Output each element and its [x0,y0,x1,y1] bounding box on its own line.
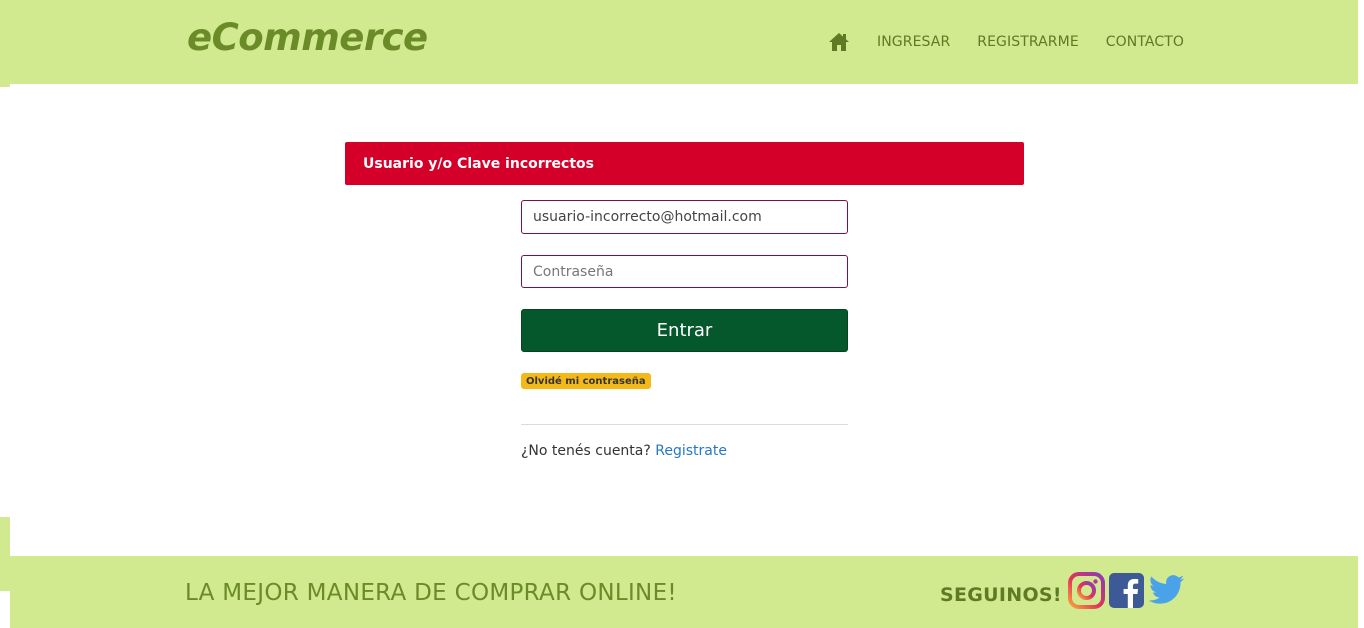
password-field-placeholder: Contraseña [533,263,614,280]
email-field[interactable]: usuario-incorrecto@hotmail.com [521,200,848,234]
twitter-icon[interactable] [1148,572,1185,609]
footer-tagline: LA MEJOR MANERA DE COMPRAR ONLINE! [185,580,677,606]
error-alert: Usuario y/o Clave incorrectos [345,142,1024,185]
edge-decoration [0,84,10,87]
register-prompt: ¿No tenés cuenta? Registrate [521,443,727,459]
footer: LA MEJOR MANERA DE COMPRAR ONLINE! SEGUI… [10,556,1358,628]
divider [521,424,848,425]
login-button[interactable]: Entrar [521,309,848,352]
no-account-text: ¿No tenés cuenta? [521,443,651,459]
scrollbar-track[interactable] [1358,0,1364,628]
home-icon[interactable] [828,31,850,53]
error-alert-message: Usuario y/o Clave incorrectos [363,155,594,172]
nav-contacto[interactable]: CONTACTO [1106,34,1184,50]
email-field-value: usuario-incorrecto@hotmail.com [533,209,762,225]
password-field[interactable]: Contraseña [521,255,848,288]
follow-label: SEGUINOS! [940,584,1062,606]
main-nav: INGRESAR REGISTRARME CONTACTO [828,28,1184,56]
social-links [1068,572,1188,609]
brand-logo[interactable]: eCommerce [187,16,428,59]
nav-ingresar[interactable]: INGRESAR [877,34,950,50]
facebook-icon[interactable] [1108,572,1145,609]
register-link[interactable]: Registrate [655,443,727,459]
forgot-password-link[interactable]: Olvidé mi contraseña [521,373,651,389]
header: eCommerce INGRESAR REGISTRARME CONTACTO [0,0,1358,84]
nav-registrarme[interactable]: REGISTRARME [977,34,1078,50]
edge-decoration [0,517,10,591]
instagram-icon[interactable] [1068,572,1105,609]
